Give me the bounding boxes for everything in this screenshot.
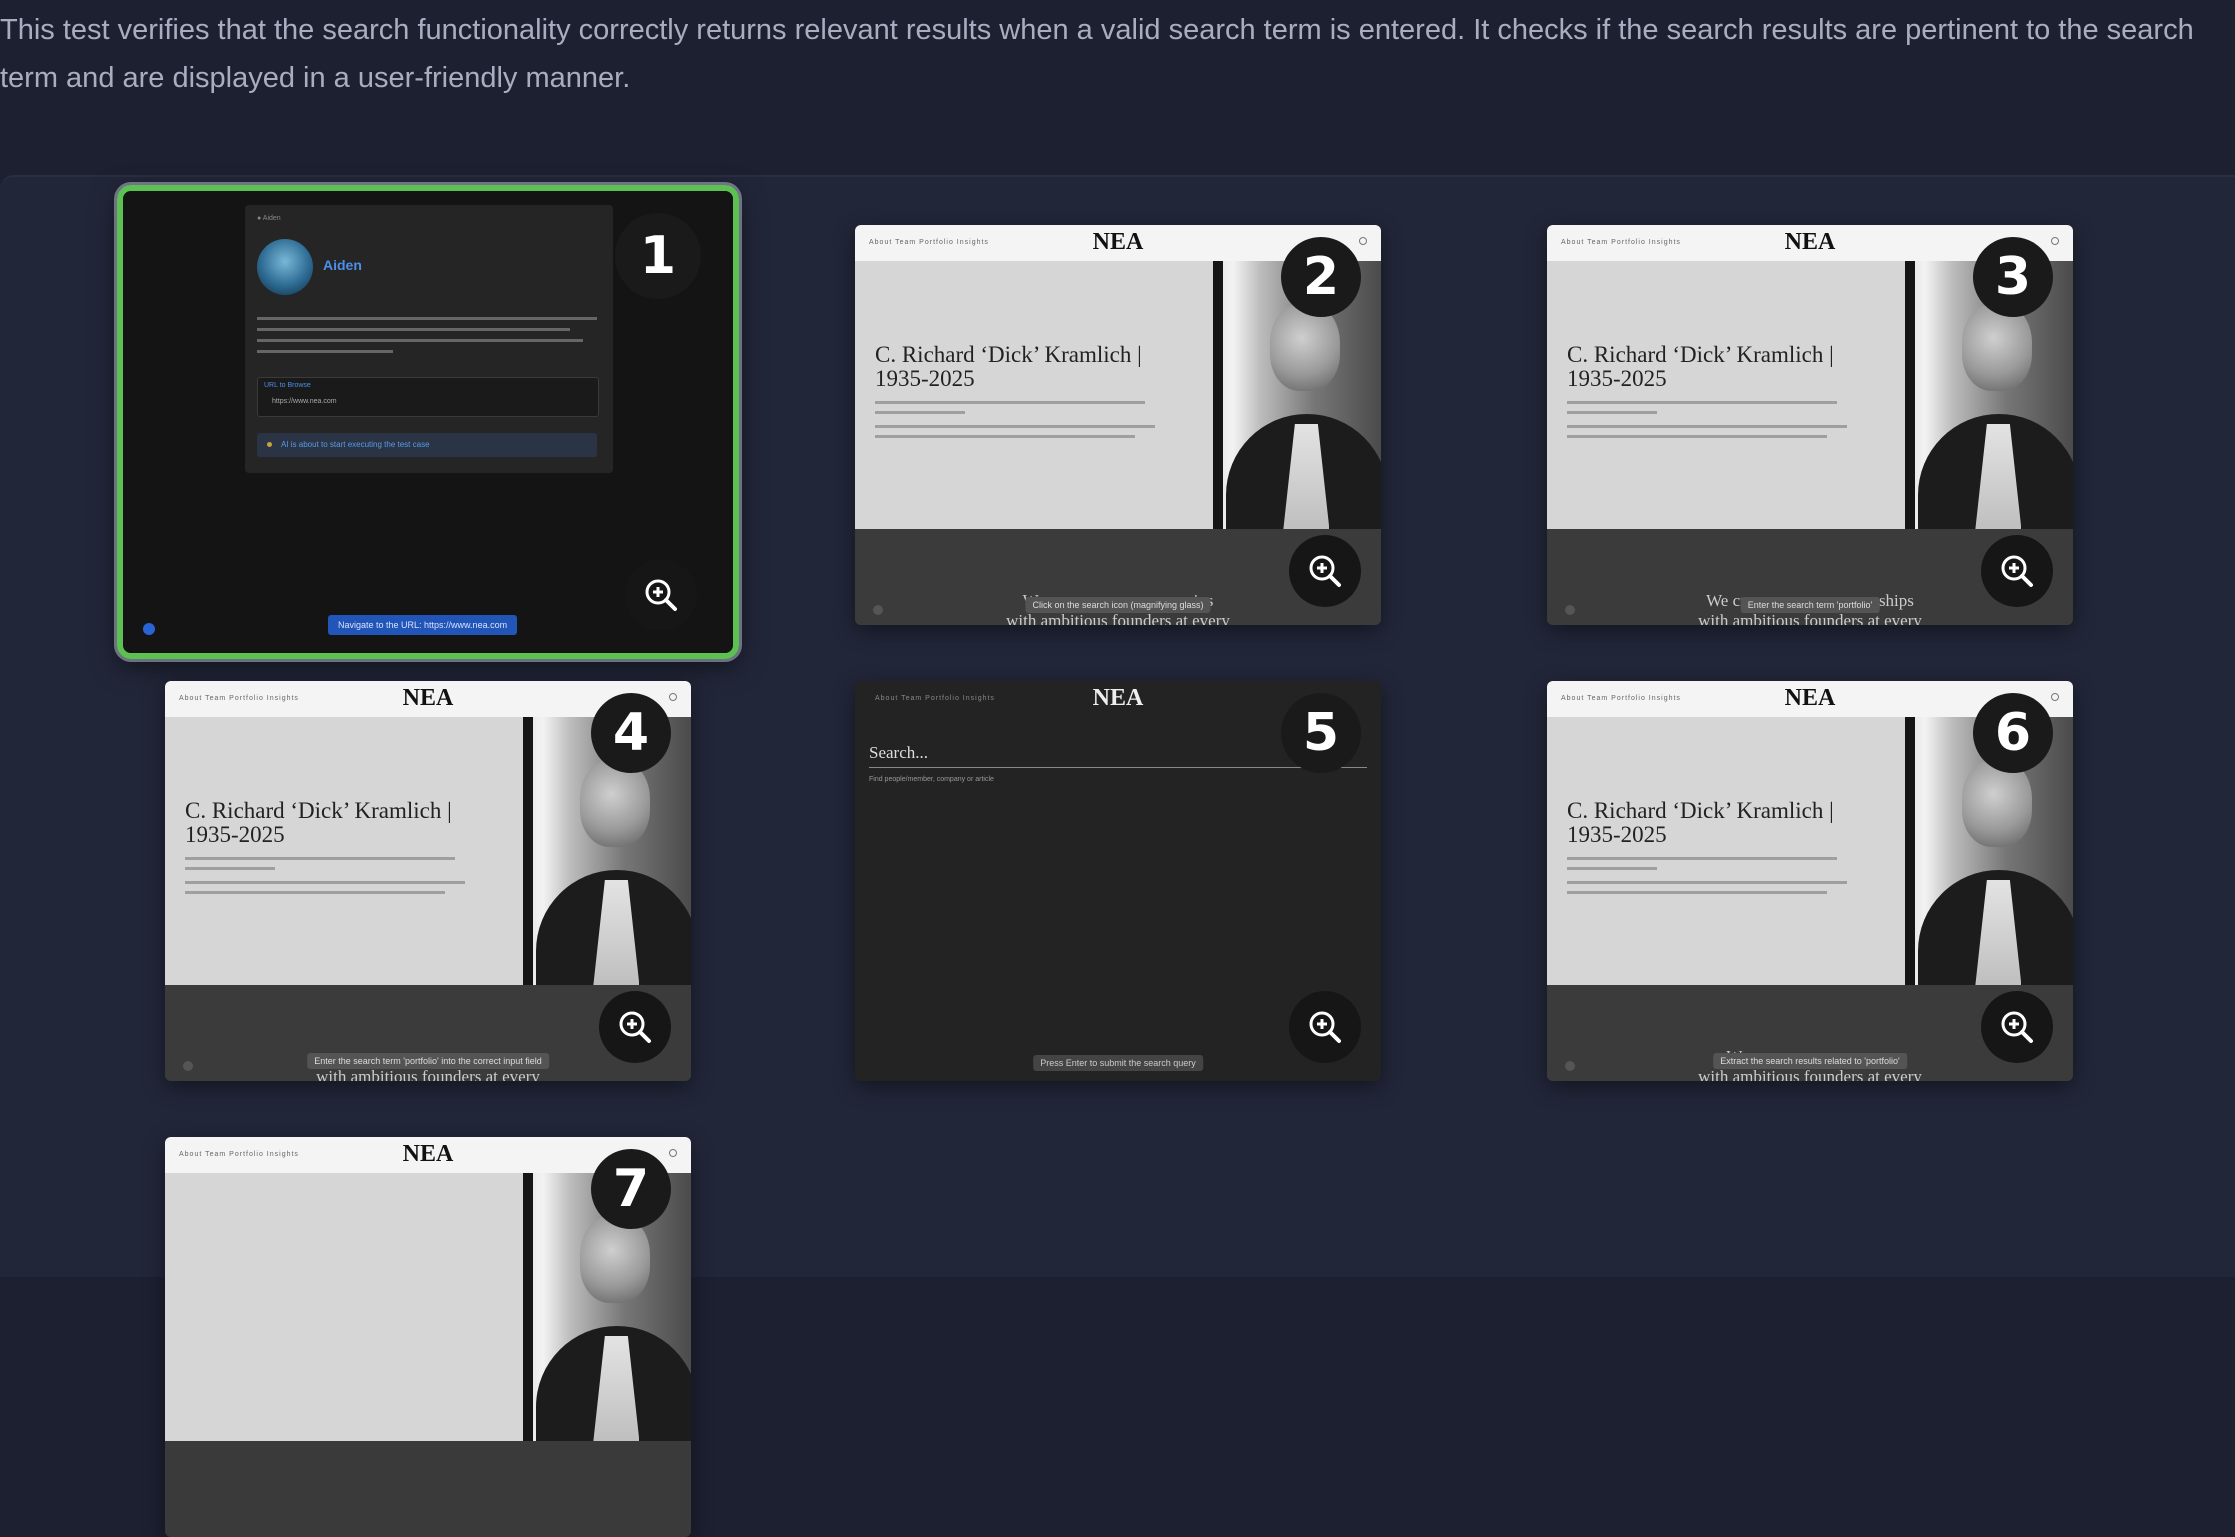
action-label: Extract the search results related to 'p… [1713, 1053, 1907, 1069]
step-card-6[interactable]: About Team Portfolio Insights NEA C. Rich… [1547, 681, 2073, 1081]
search-input: Search... [869, 743, 929, 762]
step-number-badge: 4 [591, 693, 671, 773]
agent-tag: ● Aiden [257, 215, 281, 222]
zoom-in-icon[interactable] [1289, 991, 1361, 1063]
step-card-1[interactable]: ● Aiden Aiden URL to Browse https://www.… [117, 185, 739, 659]
search-icon [669, 693, 677, 701]
chat-message: ● Aiden Aiden URL to Browse https://www.… [245, 205, 613, 473]
headline: C. Richard ‘Dick’ Kramlich | 1935-2025 [1567, 342, 1834, 391]
message-text [257, 317, 597, 361]
zoom-in-icon[interactable] [1289, 535, 1361, 607]
url-field: URL to Browse https://www.nea.com [257, 377, 599, 417]
step-card-3[interactable]: About Team Portfolio Insights NEA C. Rich… [1547, 225, 2073, 625]
step-card-2[interactable]: About Team Portfolio Insights NEA C. Rich… [855, 225, 1381, 625]
step-card-5[interactable]: About Team Portfolio Insights NEA Search.… [855, 681, 1381, 1081]
zoom-in-icon[interactable] [1981, 535, 2053, 607]
search-icon [2051, 693, 2059, 701]
action-label: Enter the search term 'portfolio' [1740, 597, 1880, 613]
search-icon [1359, 237, 1367, 245]
step-number-badge: 3 [1973, 237, 2053, 317]
action-label: Press Enter to submit the search query [1033, 1055, 1203, 1071]
headline: C. Richard ‘Dick’ Kramlich | 1935-2025 [185, 798, 452, 847]
search-icon [2051, 237, 2059, 245]
search-hint: Find people/member, company or article [869, 776, 994, 783]
avatar [257, 239, 313, 295]
site-hero: C. Richard ‘Dick’ Kramlich | 1935-2025 [855, 261, 1213, 529]
step-number-badge: 6 [1973, 693, 2053, 773]
zoom-in-icon[interactable] [1981, 991, 2053, 1063]
action-label: Navigate to the URL: https://www.nea.com [328, 615, 518, 635]
step-number-badge: 2 [1281, 237, 1361, 317]
step-number-badge: 1 [615, 213, 701, 299]
step-number-badge: 5 [1281, 693, 1361, 773]
action-label: Enter the search term 'portfolio' into t… [307, 1053, 549, 1069]
step-number-badge: 7 [591, 1149, 671, 1229]
headline: C. Richard ‘Dick’ Kramlich | 1935-2025 [875, 342, 1142, 391]
step-card-7[interactable]: About Team Portfolio Insights NEA 7 [165, 1137, 691, 1537]
headline: C. Richard ‘Dick’ Kramlich | 1935-2025 [1567, 798, 1834, 847]
search-icon [669, 1149, 677, 1157]
zoom-in-icon[interactable] [625, 559, 697, 631]
zoom-in-icon[interactable] [599, 991, 671, 1063]
step-card-4[interactable]: About Team Portfolio Insights NEA C. Rich… [165, 681, 691, 1081]
status-dot [143, 623, 155, 635]
action-label: Click on the search icon (magnifying gla… [1025, 597, 1211, 613]
agent-name: Aiden [323, 257, 362, 273]
screenshot-gallery: ● Aiden Aiden URL to Browse https://www.… [0, 175, 2235, 1537]
status-banner: AI is about to start executing the test … [257, 433, 597, 457]
test-description: This test verifies that the search funct… [0, 14, 2194, 94]
